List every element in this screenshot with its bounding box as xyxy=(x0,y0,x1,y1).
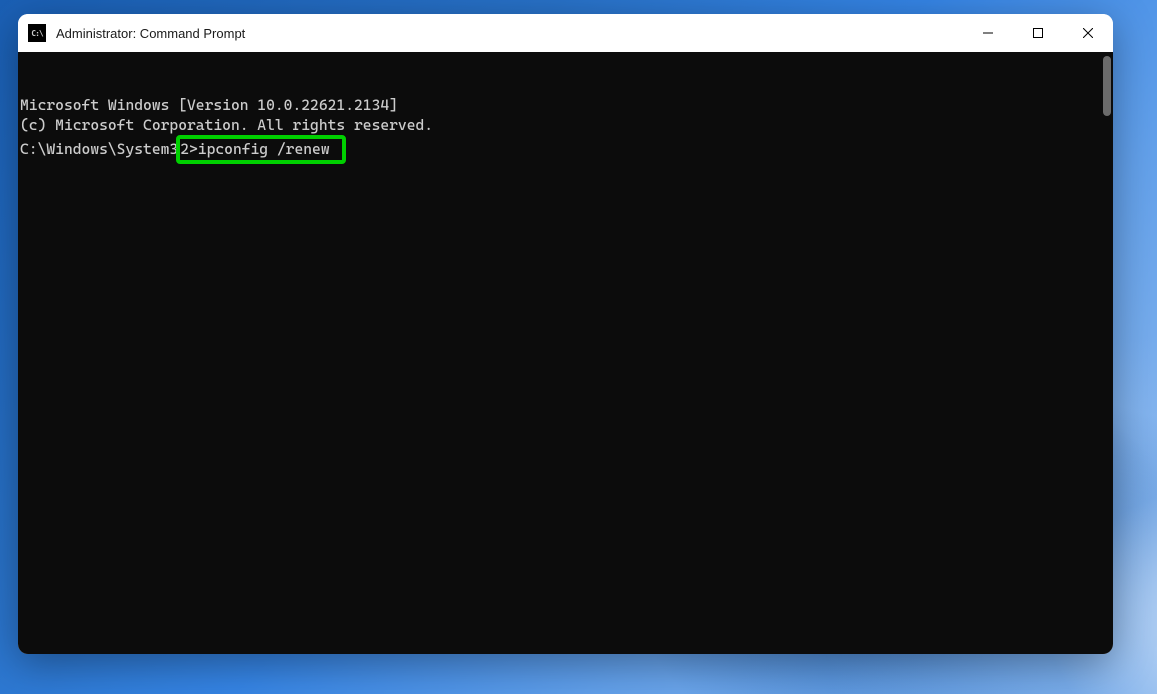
window-title: Administrator: Command Prompt xyxy=(56,26,963,41)
maximize-button[interactable] xyxy=(1013,14,1063,52)
terminal-output[interactable]: Microsoft Windows [Version 10.0.22621.21… xyxy=(18,52,1113,654)
window-controls xyxy=(963,14,1113,52)
scrollbar-thumb[interactable] xyxy=(1103,56,1111,116)
close-button[interactable] xyxy=(1063,14,1113,52)
command-prompt-window: Administrator: Command Prompt Microsoft … xyxy=(18,14,1113,654)
titlebar[interactable]: Administrator: Command Prompt xyxy=(18,14,1113,52)
prompt-path: C:\Windows\System3 xyxy=(20,140,178,158)
minimize-button[interactable] xyxy=(963,14,1013,52)
version-line: Microsoft Windows [Version 10.0.22621.21… xyxy=(20,95,1111,115)
cmd-icon xyxy=(28,24,46,42)
highlighted-command: 2>ipconfig /renew xyxy=(176,135,346,164)
copyright-line: (c) Microsoft Corporation. All rights re… xyxy=(20,115,1111,135)
prompt-line: C:\Windows\System32>ipconfig /renew xyxy=(20,135,1111,164)
